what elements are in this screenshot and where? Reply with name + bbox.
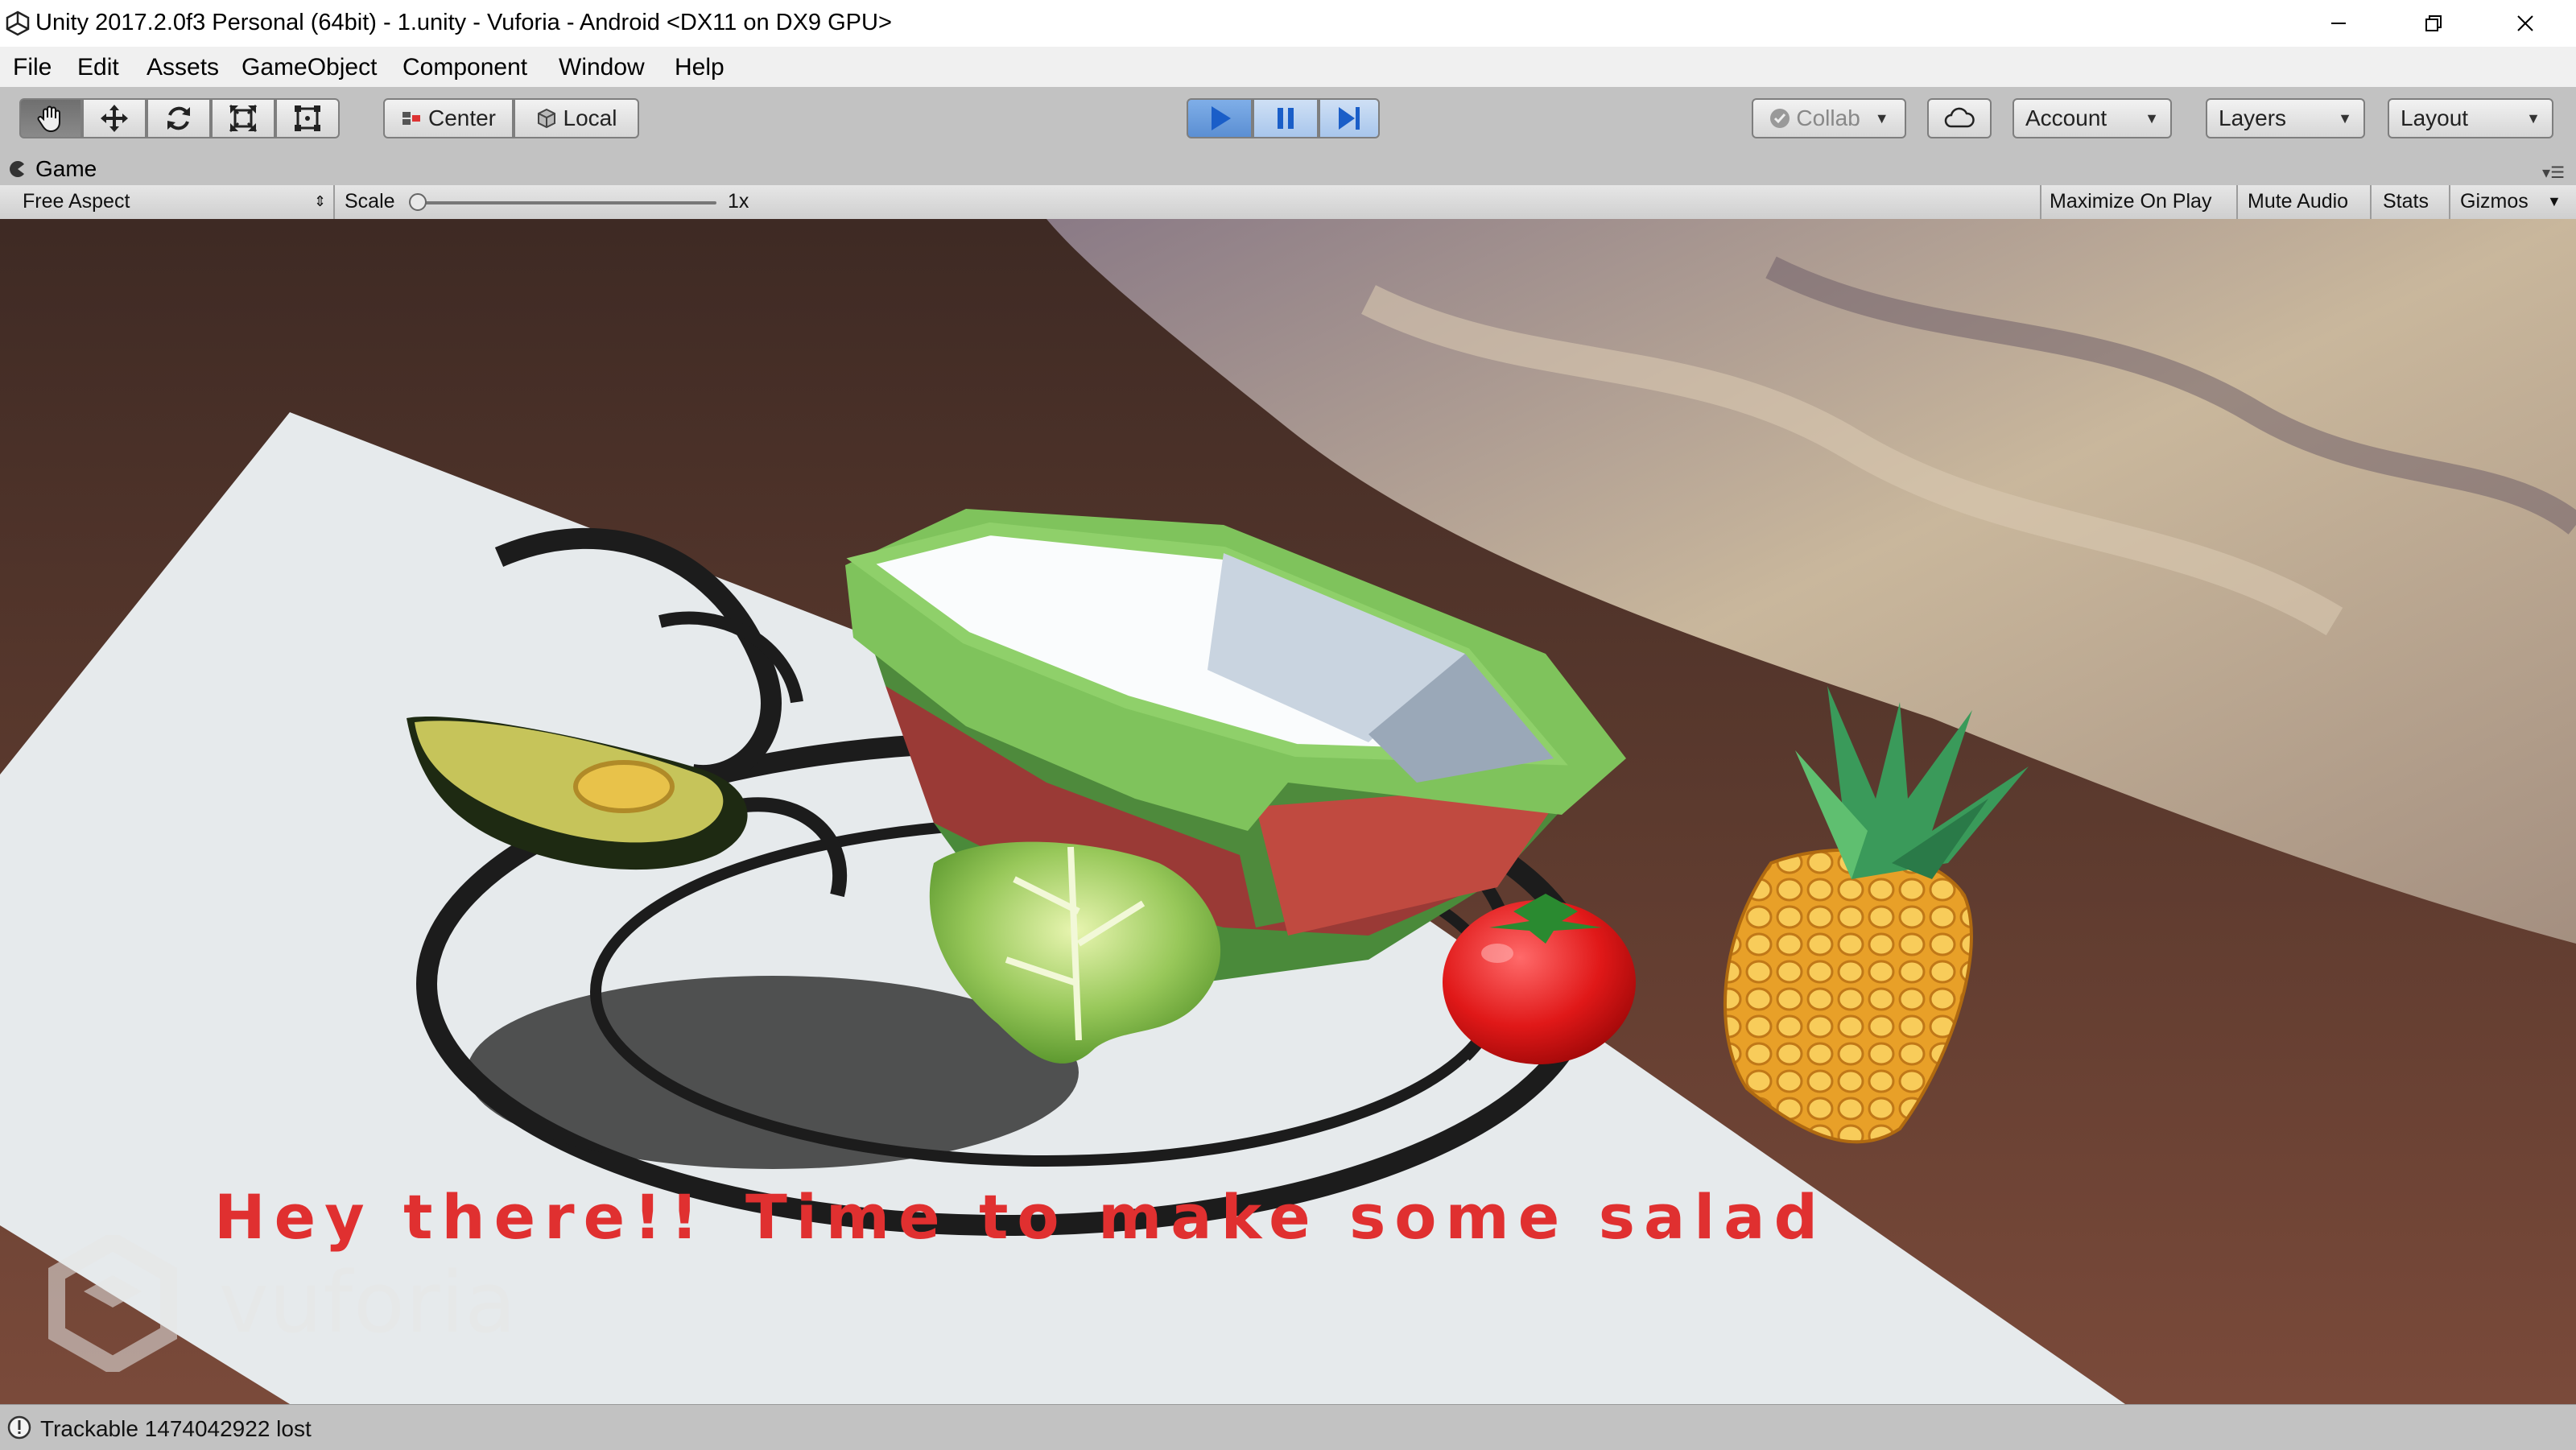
layout-label: Layout bbox=[2401, 105, 2469, 130]
menu-bar: File Edit Assets GameObject Component Wi… bbox=[0, 47, 2576, 88]
minimize-button[interactable] bbox=[2294, 0, 2383, 47]
scale-value: 1x bbox=[728, 190, 749, 213]
greeting-text: Hey there!! bbox=[214, 1181, 708, 1253]
menu-file[interactable]: File bbox=[13, 54, 52, 81]
menu-component[interactable]: Component bbox=[402, 54, 527, 81]
menu-edit[interactable]: Edit bbox=[77, 54, 119, 81]
move-tool-button[interactable] bbox=[82, 98, 147, 138]
hand-icon bbox=[37, 105, 60, 133]
title-bar: Unity 2017.2.0f3 Personal (64bit) - 1.un… bbox=[0, 0, 2576, 47]
layers-dropdown-arrow-icon: ▼ bbox=[2338, 109, 2352, 126]
game-viewport[interactable]: vuforia Hey there!! Time to make some sa… bbox=[0, 219, 2576, 1404]
mute-audio-toggle[interactable]: Mute Audio bbox=[2248, 190, 2348, 213]
play-icon bbox=[1212, 106, 1231, 130]
rect-icon bbox=[295, 105, 320, 131]
maximize-on-play-toggle[interactable]: Maximize On Play bbox=[2050, 190, 2211, 213]
tab-game[interactable]: Game bbox=[8, 153, 97, 185]
separator bbox=[333, 185, 335, 219]
status-message[interactable]: Trackable 1474042922 lost bbox=[40, 1416, 312, 1442]
pause-icon bbox=[1278, 108, 1294, 129]
collab-dropdown-arrow-icon: ▼ bbox=[1874, 109, 1889, 126]
aspect-dropdown-arrows-icon: ⇕ bbox=[314, 193, 327, 209]
play-button[interactable] bbox=[1187, 98, 1253, 138]
separator bbox=[2040, 185, 2041, 219]
scale-icon bbox=[229, 104, 258, 133]
layers-dropdown[interactable]: Layers ▼ bbox=[2206, 98, 2365, 138]
step-button[interactable] bbox=[1319, 98, 1380, 138]
separator bbox=[2449, 185, 2450, 219]
rotate-tool-button[interactable] bbox=[147, 98, 211, 138]
collab-label: Collab bbox=[1796, 105, 1860, 130]
menu-window[interactable]: Window bbox=[559, 54, 645, 81]
panel-menu-icon[interactable]: ▾☰ bbox=[2542, 163, 2565, 183]
scale-tool-button[interactable] bbox=[211, 98, 275, 138]
gizmos-dropdown-arrow-icon[interactable]: ▼ bbox=[2547, 193, 2562, 210]
window-title: Unity 2017.2.0f3 Personal (64bit) - 1.un… bbox=[35, 10, 892, 35]
pivot-icon bbox=[402, 112, 420, 125]
layers-label: Layers bbox=[2219, 105, 2287, 130]
instruction-text: Time to make some salad bbox=[745, 1181, 1827, 1253]
account-dropdown[interactable]: Account ▼ bbox=[2013, 98, 2172, 138]
restore-icon bbox=[2425, 15, 2442, 31]
layout-dropdown-arrow-icon: ▼ bbox=[2526, 109, 2541, 126]
move-icon bbox=[101, 105, 128, 132]
separator bbox=[2370, 185, 2372, 219]
close-button[interactable] bbox=[2481, 0, 2570, 47]
close-icon bbox=[2517, 15, 2533, 31]
layout-dropdown[interactable]: Layout ▼ bbox=[2388, 98, 2553, 138]
pivot-center-label: Center bbox=[427, 105, 497, 130]
rotate-icon bbox=[167, 106, 190, 130]
space-local-button[interactable]: Local bbox=[514, 98, 639, 138]
rect-tool-button[interactable] bbox=[275, 98, 340, 138]
gizmos-toggle[interactable]: Gizmos bbox=[2460, 190, 2529, 213]
minimize-icon bbox=[2331, 23, 2346, 24]
game-view-controls: Free Aspect ⇕ Scale 1x Maximize On Play … bbox=[0, 185, 2576, 220]
cube-icon bbox=[537, 108, 555, 129]
toolbar: Center Local Collab ▼ Account ▼ Layers ▼ bbox=[0, 87, 2576, 155]
menu-gameobject[interactable]: GameObject bbox=[242, 54, 377, 81]
pause-button[interactable] bbox=[1253, 98, 1319, 138]
step-icon bbox=[1339, 107, 1360, 130]
scale-label: Scale bbox=[345, 190, 395, 213]
pivot-center-button[interactable]: Center bbox=[383, 98, 514, 138]
restore-button[interactable] bbox=[2389, 0, 2478, 47]
scale-slider-track[interactable] bbox=[419, 201, 716, 204]
cloud-icon bbox=[1944, 107, 1975, 128]
aspect-dropdown[interactable]: Free Aspect bbox=[23, 190, 130, 213]
game-tab-bar: Game ▾☰ bbox=[0, 153, 2576, 185]
vuforia-watermark: vuforia bbox=[219, 1254, 518, 1352]
menu-assets[interactable]: Assets bbox=[147, 54, 219, 81]
cloud-services-button[interactable] bbox=[1927, 98, 1992, 138]
status-bar: Trackable 1474042922 lost bbox=[0, 1404, 2576, 1450]
space-local-label: Local bbox=[563, 105, 617, 130]
scale-slider-handle[interactable] bbox=[409, 193, 427, 211]
checkmark-circle-icon bbox=[1770, 109, 1790, 128]
collab-dropdown[interactable]: Collab ▼ bbox=[1752, 98, 1906, 138]
pacman-icon bbox=[10, 161, 25, 177]
separator bbox=[2236, 185, 2238, 219]
menu-help[interactable]: Help bbox=[675, 54, 724, 81]
vuforia-logo-icon bbox=[48, 1235, 177, 1372]
info-icon bbox=[7, 1415, 31, 1440]
account-dropdown-arrow-icon: ▼ bbox=[2145, 109, 2159, 126]
unity-logo-icon bbox=[6, 10, 30, 36]
tab-game-label: Game bbox=[35, 156, 97, 181]
stats-toggle[interactable]: Stats bbox=[2383, 190, 2429, 213]
hand-tool-button[interactable] bbox=[19, 98, 82, 138]
account-label: Account bbox=[2025, 105, 2107, 130]
